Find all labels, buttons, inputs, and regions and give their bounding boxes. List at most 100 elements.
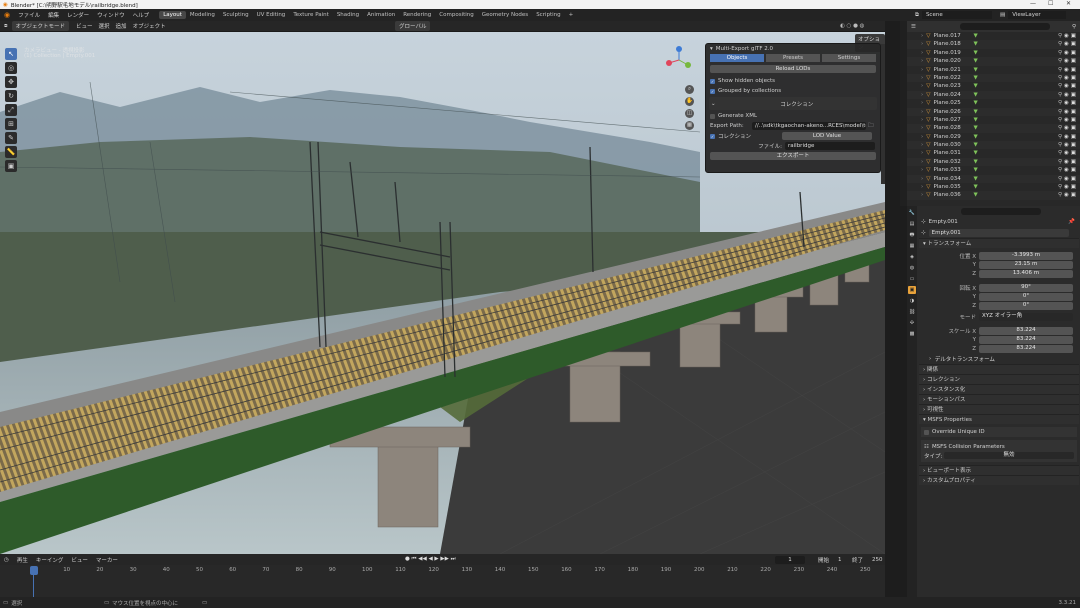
filter-icon[interactable]: ⚲ <box>1058 49 1062 57</box>
reload-lods-button[interactable]: Reload LODs <box>710 65 876 73</box>
camera-icon[interactable]: ▣ <box>1071 124 1076 132</box>
outliner-row[interactable]: › ▽ Plane.030 ▼ ⚲ ◉ ▣ <box>907 141 1080 150</box>
scale-y-field[interactable]: 83.224 <box>979 336 1073 344</box>
eye-icon[interactable]: ◉ <box>1064 49 1069 57</box>
search-input[interactable] <box>961 207 1041 215</box>
datablock-field[interactable]: Empty.001 <box>928 228 1069 237</box>
tab-compositing[interactable]: Compositing <box>435 11 477 19</box>
expand-icon[interactable]: › <box>921 49 923 57</box>
tab-settings[interactable]: Settings <box>822 54 876 62</box>
viewport-display-section-header[interactable]: › ビューポート表示 <box>919 465 1079 475</box>
outliner-row[interactable]: › ▽ Plane.020 ▼ ⚲ ◉ ▣ <box>907 57 1080 66</box>
generate-xml-checkbox[interactable]: Generate XML <box>706 111 880 121</box>
type-select[interactable]: 無効 <box>944 451 1074 460</box>
navigation-gizmo[interactable] <box>665 46 693 74</box>
expand-icon[interactable]: › <box>921 158 923 166</box>
collapse-icon[interactable]: ▾ <box>710 46 713 52</box>
camera-icon[interactable]: ▣ <box>1071 141 1076 149</box>
expand-icon[interactable]: › <box>921 74 923 82</box>
outliner-row[interactable]: › ▽ Plane.017 ▼ ⚲ ◉ ▣ <box>907 32 1080 40</box>
scale-x-field[interactable]: 83.224 <box>979 327 1073 335</box>
outliner-row[interactable]: › ▽ Plane.033 ▼ ⚲ ◉ ▣ <box>907 166 1080 174</box>
cursor-tool-icon[interactable]: ◎ <box>5 62 17 74</box>
camera-icon[interactable]: ▣ <box>1071 74 1076 82</box>
filter-icon[interactable]: ⚲ <box>1058 191 1062 199</box>
filter-icon[interactable]: ⚲ <box>1058 149 1062 157</box>
rotate-tool-icon[interactable]: ↻ <box>5 90 17 102</box>
scene-tab-icon[interactable]: ◈ <box>908 253 916 261</box>
outliner-row[interactable]: › ▽ Plane.021 ▼ ⚲ ◉ ▣ <box>907 66 1080 74</box>
mode-select[interactable]: オブジェクトモード <box>11 21 70 31</box>
pan-icon[interactable]: ✋ <box>685 97 694 106</box>
render-tab-icon[interactable]: ▤ <box>908 220 916 228</box>
outliner-row[interactable]: › ▽ Plane.035 ▼ ⚲ ◉ ▣ <box>907 183 1080 191</box>
scale-tool-icon[interactable]: ⤢ <box>5 104 17 116</box>
export-button[interactable]: エクスポート <box>710 152 876 160</box>
eye-icon[interactable]: ◉ <box>1064 133 1069 141</box>
eye-icon[interactable]: ◉ <box>1064 191 1069 199</box>
camera-icon[interactable]: ▣ <box>1071 166 1076 174</box>
outliner-type-icon[interactable]: ☰ <box>907 24 920 30</box>
menu-edit[interactable]: 編集 <box>44 11 63 19</box>
tool-tab-icon[interactable]: 🔧 <box>908 209 916 217</box>
outliner-row[interactable]: › ▽ Plane.019 ▼ ⚲ ◉ ▣ <box>907 49 1080 57</box>
eye-icon[interactable]: ◉ <box>1064 141 1069 149</box>
tab-presets[interactable]: Presets <box>766 54 820 62</box>
outliner-row[interactable]: › ▽ Plane.025 ▼ ⚲ ◉ ▣ <box>907 99 1080 107</box>
tab-objects[interactable]: Objects <box>710 54 764 62</box>
tab-scripting[interactable]: Scripting <box>532 11 564 19</box>
annotate-tool-icon[interactable]: ✎ <box>5 132 17 144</box>
expand-icon[interactable]: › <box>921 124 923 132</box>
view-layer-selector[interactable]: ▤ ViewLayer <box>1000 10 1067 20</box>
filter-icon[interactable]: ⚲ <box>1058 66 1062 74</box>
expand-icon[interactable]: › <box>921 32 923 40</box>
view-layer-tab-icon[interactable]: ▦ <box>908 242 916 250</box>
expand-icon[interactable]: › <box>921 82 923 90</box>
camera-icon[interactable]: ▣ <box>1071 91 1076 99</box>
camera-icon[interactable]: ◫ <box>685 109 694 118</box>
filter-icon[interactable]: ⚲ <box>1058 82 1062 90</box>
expand-icon[interactable]: › <box>921 183 923 191</box>
object-name[interactable]: Empty.001 <box>929 219 958 225</box>
menu-render[interactable]: レンダー <box>63 11 93 19</box>
outliner-row[interactable]: › ▽ Plane.022 ▼ ⚲ ◉ ▣ <box>907 73 1080 83</box>
move-tool-icon[interactable]: ✥ <box>5 76 17 88</box>
filter-icon[interactable]: ⚲ <box>1058 32 1062 40</box>
menu-window[interactable]: ウィンドウ <box>93 11 129 19</box>
eye-icon[interactable]: ◉ <box>1064 108 1069 116</box>
eye-icon[interactable]: ◉ <box>1064 183 1069 191</box>
expand-icon[interactable]: › <box>921 57 923 65</box>
expand-icon[interactable]: › <box>921 191 923 199</box>
zoom-icon[interactable]: ⌕ <box>685 85 694 94</box>
eye-icon[interactable]: ◉ <box>1064 124 1069 132</box>
filter-icon[interactable]: ⚲ <box>1058 141 1062 149</box>
menu-keying[interactable]: キーイング <box>32 556 68 564</box>
eye-icon[interactable]: ◉ <box>1064 74 1069 82</box>
select-tool-icon[interactable]: ↖ <box>5 48 17 60</box>
playhead[interactable] <box>30 566 38 575</box>
tab-rendering[interactable]: Rendering <box>399 11 435 19</box>
camera-icon[interactable]: ▣ <box>1071 116 1076 124</box>
location-y-field[interactable]: 23.15 m <box>979 261 1073 269</box>
camera-icon[interactable]: ▣ <box>1071 32 1076 40</box>
eye-icon[interactable]: ◉ <box>1064 40 1069 48</box>
camera-icon[interactable]: ▣ <box>1071 149 1076 157</box>
menu-help[interactable]: ヘルプ <box>129 11 154 19</box>
expand-icon[interactable]: › <box>921 116 923 124</box>
sidebar-tab-strip[interactable] <box>881 44 885 184</box>
start-field[interactable]: 1 <box>838 557 842 563</box>
transform-tool-icon[interactable]: ⊞ <box>5 118 17 130</box>
collection-header[interactable]: ⌄ コレクション <box>711 99 875 108</box>
camera-icon[interactable]: ▣ <box>1071 133 1076 141</box>
pin-icon[interactable]: 📌 <box>1068 219 1075 225</box>
tab-uv-editing[interactable]: UV Editing <box>253 11 290 19</box>
file-field[interactable]: railbridge <box>785 142 875 150</box>
outliner-row[interactable]: › ▽ Plane.027 ▼ ⚲ ◉ ▣ <box>907 116 1080 124</box>
filter-icon[interactable]: ⚲ <box>1058 40 1062 48</box>
timeline[interactable]: 0102030405060708090100110120130140150160… <box>0 565 885 597</box>
clock-icon[interactable]: ◷ <box>0 557 13 563</box>
camera-icon[interactable]: ▣ <box>1071 57 1076 65</box>
expand-icon[interactable]: › <box>921 175 923 183</box>
outliner-row[interactable]: › ▽ Plane.018 ▼ ⚲ ◉ ▣ <box>907 40 1080 49</box>
location-z-field[interactable]: 13.406 m <box>979 270 1073 278</box>
